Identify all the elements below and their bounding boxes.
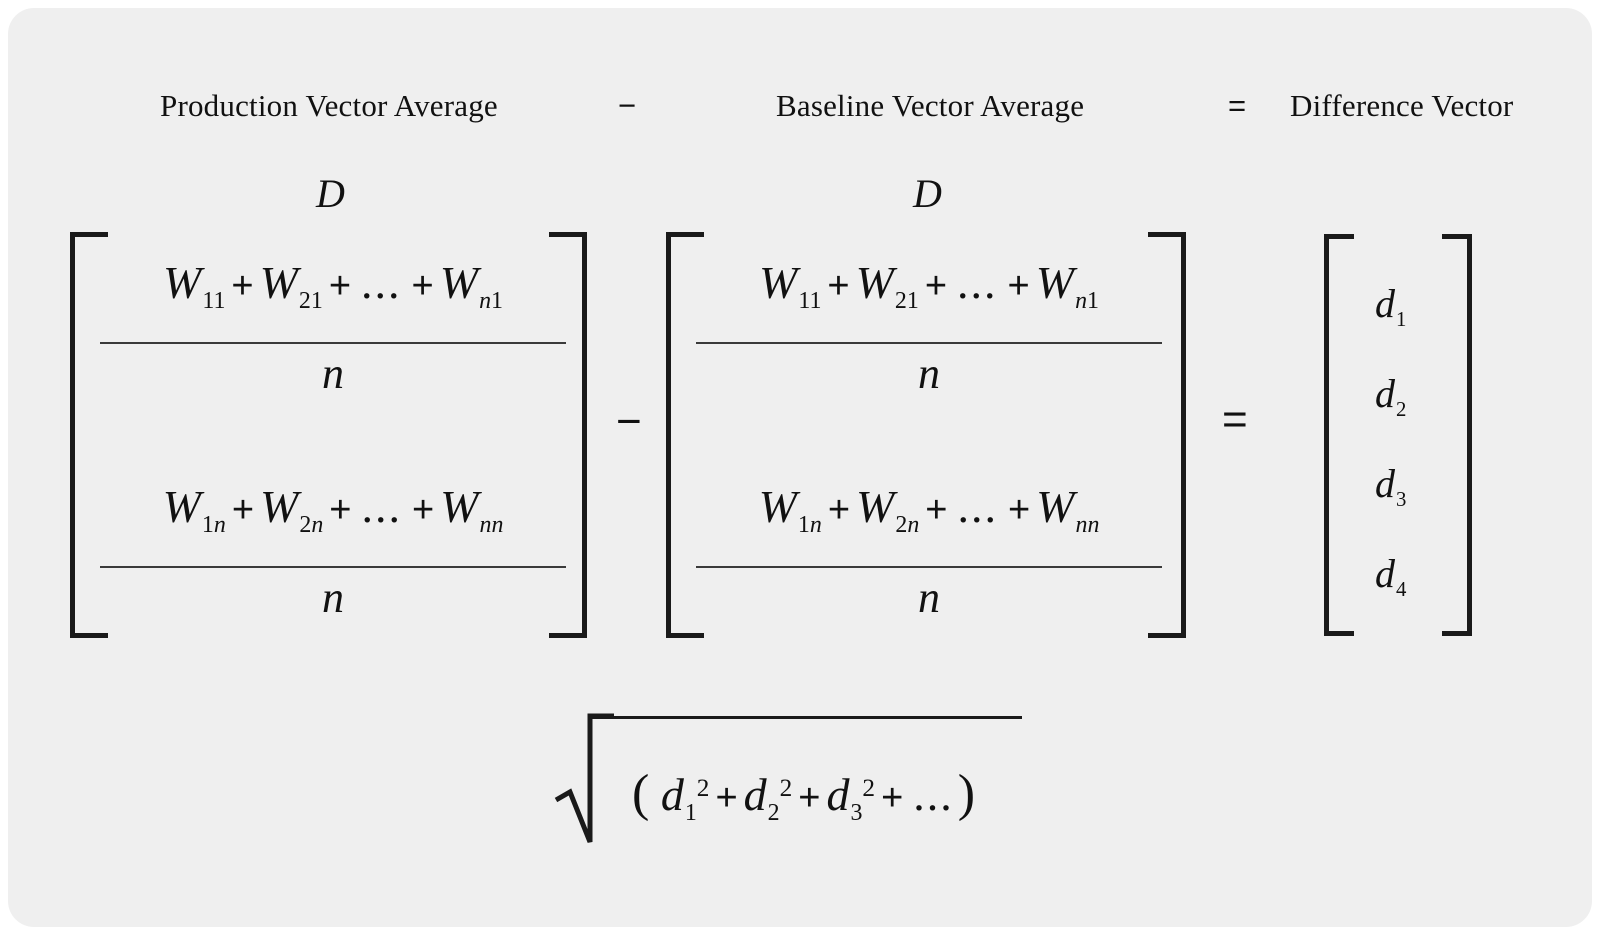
term-w2n: W2n <box>260 481 324 539</box>
matrix1-row2-numerator: W1n + W2n +... + Wnn <box>100 480 566 539</box>
header-production-vector-average: Production Vector Average <box>160 88 498 123</box>
matrix1-row2-fraction-bar <box>100 566 566 568</box>
matrix2-row2-fraction: W1n + W2n +... + Wnn n <box>696 480 1162 622</box>
ellipsis: ... <box>957 481 998 532</box>
term-w21: W21 <box>259 257 323 315</box>
difference-vector-left-bracket <box>1324 234 1354 636</box>
matrix2-dimension-label: D <box>913 171 942 216</box>
matrix2-row1-fraction: W11 + W21 +... + Wn1 n <box>696 256 1162 398</box>
plus-sign: + <box>715 777 738 819</box>
open-paren: ( <box>632 765 650 822</box>
radicand: ( d12 + d22 + d32 +...) <box>632 764 975 827</box>
term-w1n: W1n <box>162 481 226 539</box>
matrix2-row1-fraction-bar <box>696 342 1162 344</box>
term-w11: W11 <box>163 257 226 315</box>
subtraction-operator: − <box>616 397 642 446</box>
difference-vector-entry-2: d2 <box>1375 371 1407 421</box>
term-wn1: Wn1 <box>1035 257 1099 315</box>
plus-sign: + <box>1007 489 1031 531</box>
term-d1-squared: d12 <box>660 769 710 827</box>
plus-sign: + <box>328 265 352 307</box>
matrix1-row2-fraction: W1n + W2n +... + Wnn n <box>100 480 566 622</box>
plus-sign: + <box>329 489 352 531</box>
matrix1-dimension-label: D <box>316 171 345 216</box>
term-w1n: W1n <box>758 481 822 539</box>
plus-sign: + <box>1007 265 1030 307</box>
header-difference-vector: Difference Vector <box>1290 88 1514 123</box>
header-equals-operator: = <box>1228 88 1247 123</box>
ellipsis: ... <box>361 257 402 308</box>
figure-canvas: Production Vector Average − Baseline Vec… <box>8 8 1592 927</box>
plus-sign: + <box>798 777 821 819</box>
plus-sign: + <box>231 489 255 531</box>
radical-overbar <box>592 716 1022 719</box>
matrix2-row1-numerator: W11 + W21 +... + Wn1 <box>696 256 1162 315</box>
term-d3-squared: d32 <box>826 769 876 827</box>
difference-vector-right-bracket <box>1442 234 1472 636</box>
matrix2-row2-denominator: n <box>918 573 940 622</box>
matrix2-row2-numerator: W1n + W2n +... + Wnn <box>696 480 1162 539</box>
difference-vector-entry-3: d3 <box>1375 461 1407 511</box>
plus-sign: + <box>925 489 948 531</box>
plus-sign: + <box>231 265 254 307</box>
plus-sign: + <box>881 777 904 819</box>
term-w2n: W2n <box>856 481 920 539</box>
close-paren: ) <box>957 765 976 822</box>
plus-sign: + <box>411 265 434 307</box>
term-w11: W11 <box>759 257 822 315</box>
plus-sign: + <box>827 489 851 531</box>
difference-vector-entry-1: d1 <box>1375 281 1407 331</box>
term-d2-squared: d22 <box>743 769 793 827</box>
matrix1-row2-denominator: n <box>322 573 344 622</box>
plus-sign: + <box>924 265 948 307</box>
matrix1-row1-fraction: W11 + W21 +... + Wn1 n <box>100 256 566 398</box>
term-wnn: Wnn <box>440 481 504 539</box>
ellipsis: ... <box>957 257 998 308</box>
magnitude-expression: ( d12 + d22 + d32 +...) <box>554 708 1034 858</box>
plus-sign: + <box>411 489 435 531</box>
header-baseline-vector-average: Baseline Vector Average <box>776 88 1085 123</box>
ellipsis: ... <box>913 769 954 820</box>
ellipsis: ... <box>361 481 402 532</box>
equals-operator: = <box>1222 395 1248 444</box>
header-minus-operator: − <box>618 88 637 123</box>
term-wnn: Wnn <box>1036 481 1100 539</box>
matrix1-row1-fraction-bar <box>100 342 566 344</box>
matrix1-row1-denominator: n <box>322 349 344 398</box>
term-wn1: Wn1 <box>439 257 503 315</box>
matrix2-row1-denominator: n <box>918 349 940 398</box>
term-w21: W21 <box>855 257 919 315</box>
plus-sign: + <box>827 265 850 307</box>
matrix1-row1-numerator: W11 + W21 +... + Wn1 <box>100 256 566 315</box>
difference-vector-entry-4: d4 <box>1375 551 1407 601</box>
radical-sign-icon <box>554 713 614 843</box>
matrix2-row2-fraction-bar <box>696 566 1162 568</box>
